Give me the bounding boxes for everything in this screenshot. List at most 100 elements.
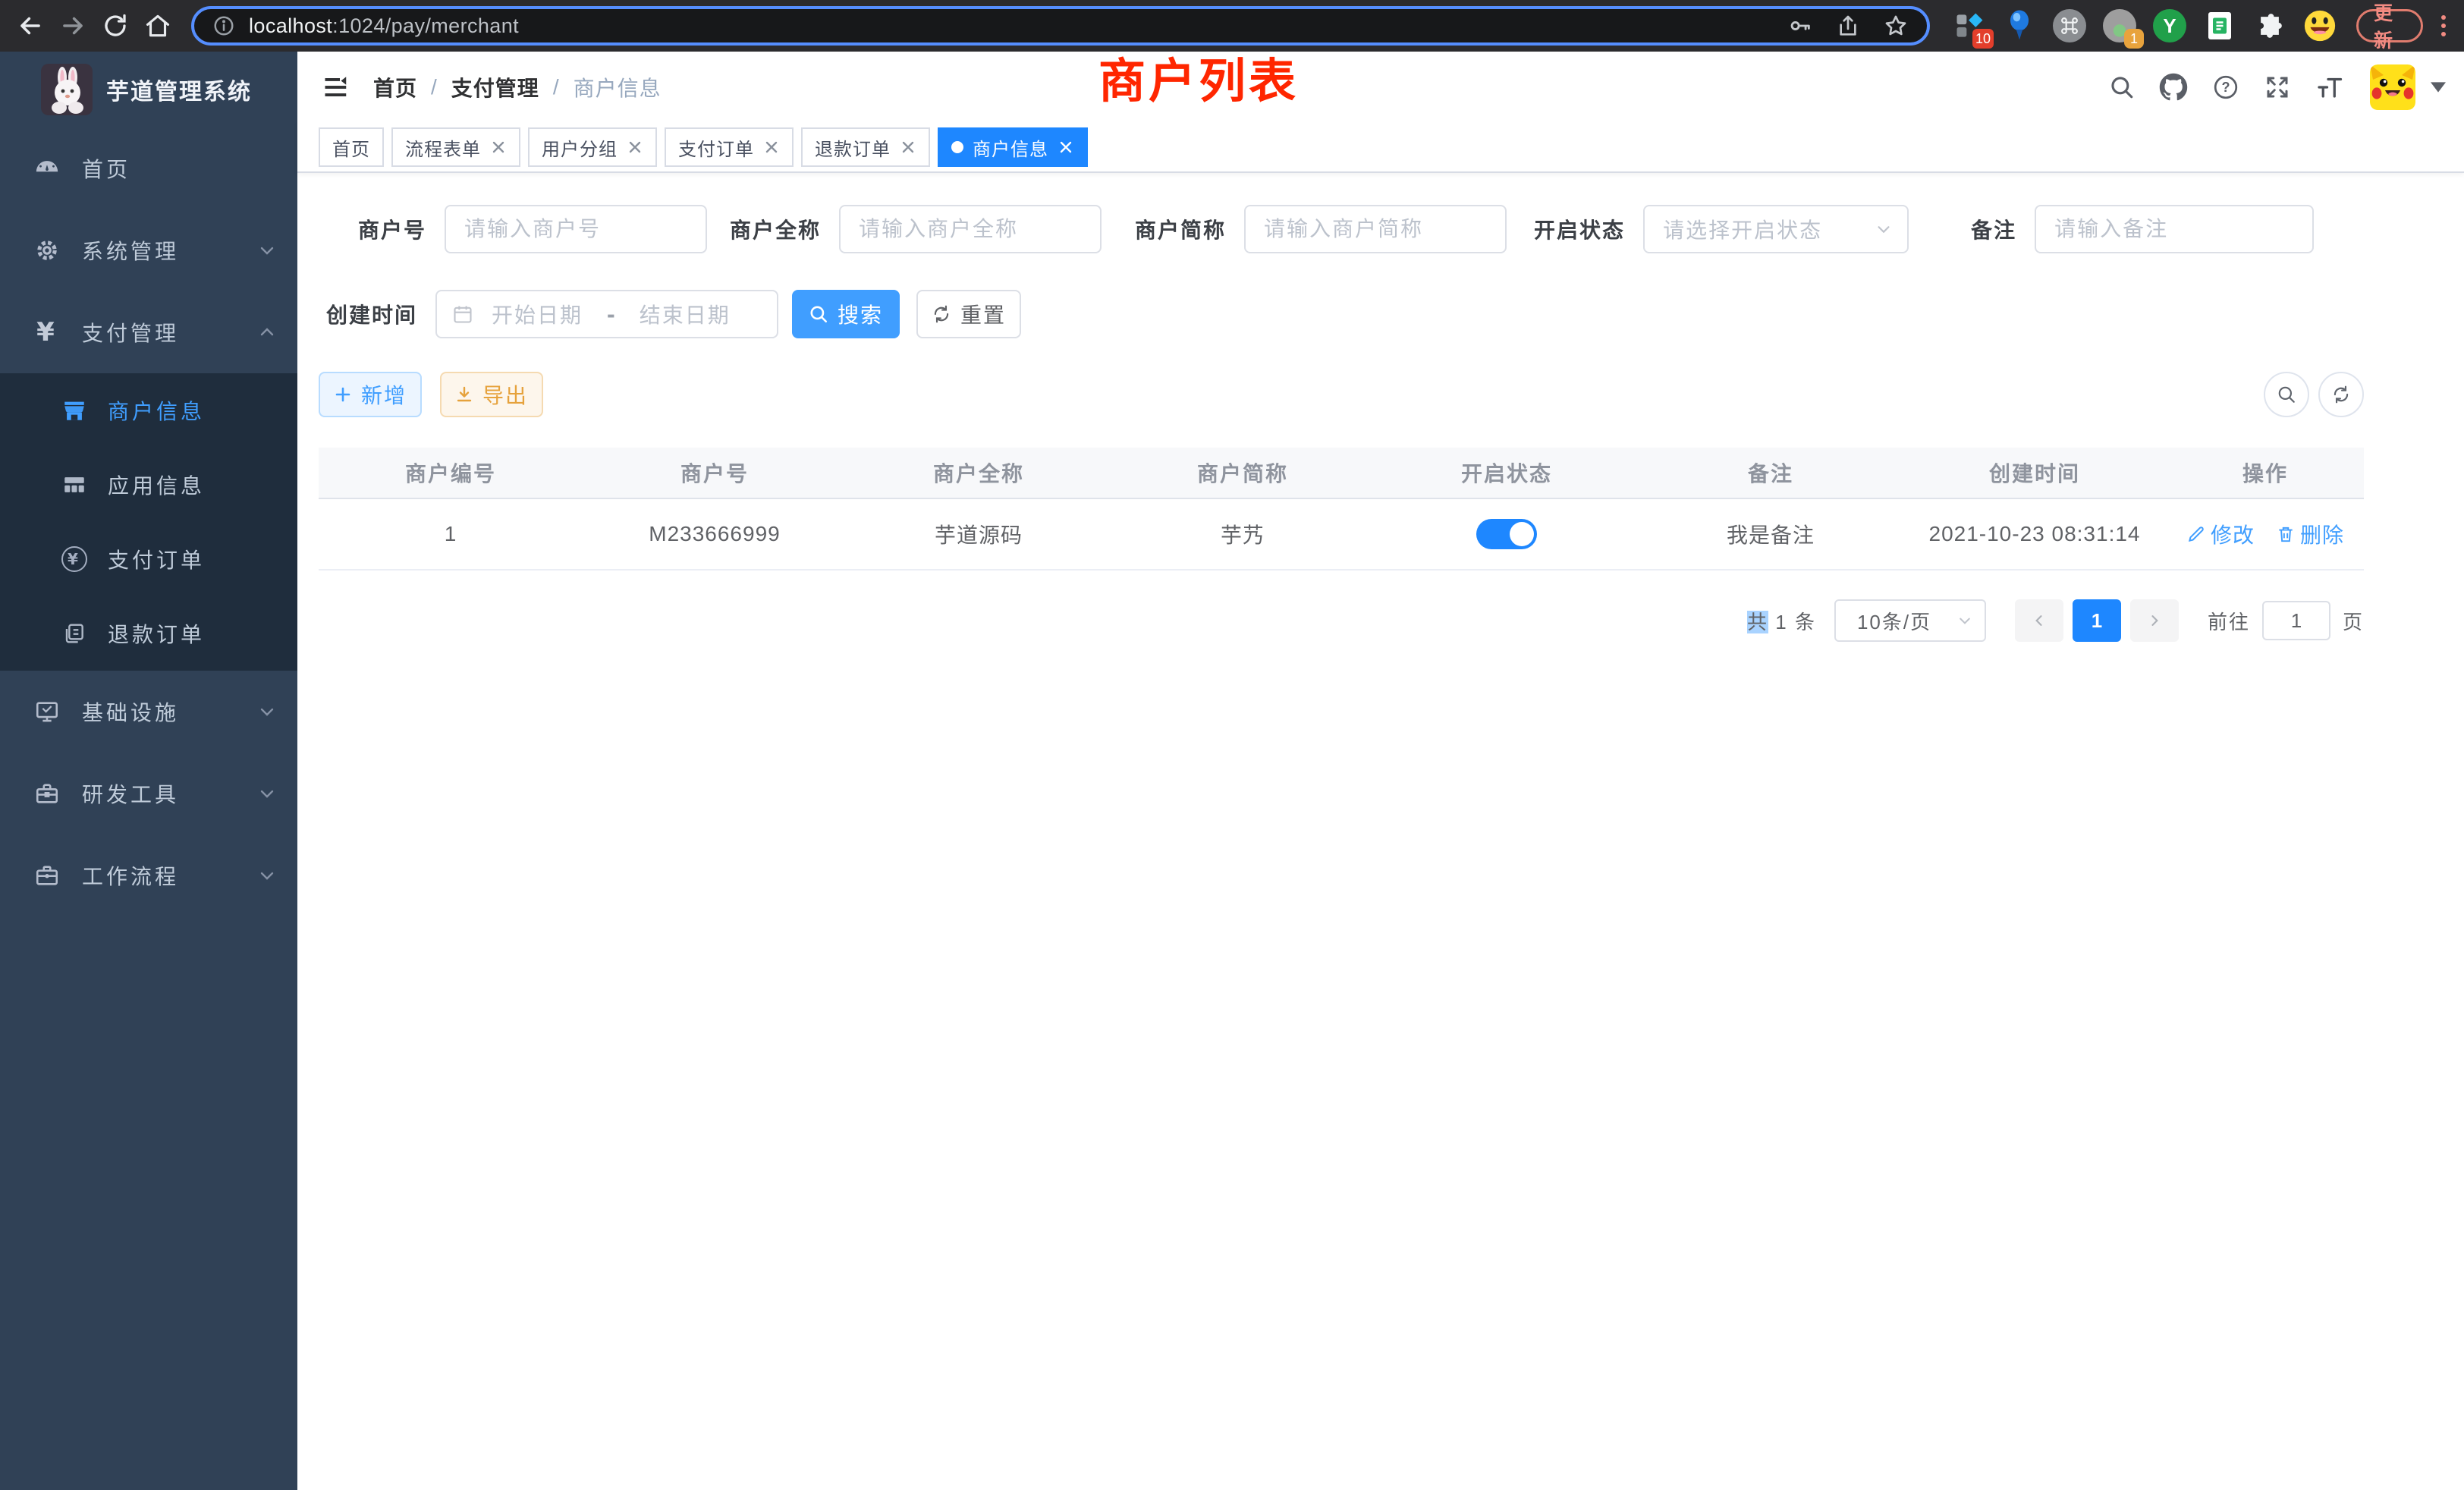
user-avatar[interactable]	[2370, 64, 2415, 110]
merchant-table: 商户编号 商户号 商户全称 商户简称 开启状态 备注 创建时间 操作 1 M23…	[319, 448, 2364, 571]
filter-row-2: 创建时间 开始日期 - 结束日期 搜索 重置	[319, 290, 2364, 338]
tab-process-form[interactable]: 流程表单	[391, 127, 520, 167]
status-placeholder: 请选择开启状态	[1663, 214, 1822, 244]
forward-button[interactable]	[52, 5, 94, 47]
home-icon	[143, 11, 172, 40]
sidebar-item-pay-order[interactable]: ¥ 支付订单	[0, 522, 297, 596]
briefcase-icon	[33, 863, 61, 888]
col-header: 商户全称	[847, 448, 1111, 498]
reload-icon	[102, 12, 129, 39]
sidebar-item-system[interactable]: 系统管理	[0, 209, 297, 291]
extension-y-icon[interactable]: Y	[2151, 8, 2188, 44]
delete-label: 删除	[2300, 519, 2344, 549]
full-name-input[interactable]	[839, 205, 1102, 253]
page-number-1[interactable]: 1	[2073, 599, 2121, 642]
date-separator: -	[607, 300, 615, 328]
refresh-table-button[interactable]	[2318, 372, 2364, 417]
browser-menu-button[interactable]	[2435, 15, 2452, 36]
tab-label: 支付订单	[678, 134, 754, 161]
search-icon[interactable]	[2109, 74, 2135, 100]
extension-command-icon[interactable]	[2051, 8, 2088, 44]
add-button[interactable]: 新增	[319, 372, 422, 417]
caret-down-icon[interactable]	[2431, 81, 2446, 93]
password-key-icon[interactable]	[1787, 13, 1813, 39]
chrome-update-button[interactable]: 更新	[2356, 9, 2423, 42]
next-page-button[interactable]	[2130, 599, 2179, 642]
url-bar[interactable]: localhost:1024/pay/merchant	[191, 6, 1930, 46]
sidebar-item-home[interactable]: 首页	[0, 127, 297, 209]
delete-link[interactable]: 删除	[2276, 519, 2344, 549]
sidebar-item-workflow[interactable]: 工作流程	[0, 835, 297, 916]
tab-refund-order[interactable]: 退款订单	[801, 127, 930, 167]
sidebar-item-dev-tools[interactable]: 研发工具	[0, 753, 297, 835]
page-content: 商户号 商户全称 商户简称 开启状态 请选择开启状态	[297, 173, 2464, 1490]
close-icon[interactable]	[490, 139, 507, 156]
tab-home[interactable]: 首页	[319, 127, 384, 167]
extension-status-icon[interactable]: 1	[2101, 8, 2138, 44]
reset-button[interactable]: 重置	[916, 290, 1021, 338]
export-button[interactable]: 导出	[440, 372, 543, 417]
tab-pay-order[interactable]: 支付订单	[665, 127, 794, 167]
fullscreen-icon[interactable]	[2264, 74, 2291, 101]
reload-button[interactable]	[94, 5, 137, 47]
cell-id: 1	[319, 522, 583, 546]
remark-input[interactable]	[2035, 205, 2314, 253]
extension-pin-icon[interactable]	[2001, 8, 2038, 44]
toggle-search-button[interactable]	[2264, 372, 2309, 417]
sidebar-item-infra[interactable]: 基础设施	[0, 671, 297, 753]
home-button[interactable]	[137, 5, 179, 47]
sidebar-item-merchant-info[interactable]: 商户信息	[0, 373, 297, 448]
help-icon[interactable]: ?	[2212, 74, 2239, 101]
bookmark-star-icon[interactable]	[1883, 13, 1909, 39]
date-start-placeholder: 开始日期	[492, 299, 583, 329]
goto-page-input[interactable]	[2262, 601, 2330, 640]
github-icon[interactable]	[2159, 73, 2188, 102]
sidebar-item-pay[interactable]: ¥ 支付管理	[0, 291, 297, 373]
goto-unit: 页	[2343, 607, 2364, 635]
breadcrumb-home[interactable]: 首页	[373, 72, 417, 102]
share-icon[interactable]	[1836, 13, 1860, 39]
tab-merchant-info[interactable]: 商户信息	[938, 127, 1088, 167]
page-size-value: 10条/页	[1857, 607, 1931, 635]
hamburger-button[interactable]	[320, 74, 350, 101]
create-time-range-picker[interactable]: 开始日期 - 结束日期	[435, 290, 778, 338]
close-icon[interactable]	[900, 139, 916, 156]
chevron-down-icon	[258, 784, 276, 803]
sidebar-logo[interactable]: 芋道管理系统	[0, 52, 297, 127]
close-icon[interactable]	[627, 139, 643, 156]
close-icon[interactable]	[763, 139, 780, 156]
sidebar-item-refund-order[interactable]: 退款订单	[0, 596, 297, 671]
font-size-icon[interactable]	[2315, 74, 2346, 101]
status-toggle-on[interactable]	[1476, 519, 1537, 549]
extension-emoji-icon[interactable]	[2302, 8, 2338, 44]
col-header: 商户编号	[319, 448, 583, 498]
merchant-no-input[interactable]	[445, 205, 707, 253]
sidebar-item-app-info[interactable]: 应用信息	[0, 448, 297, 522]
refresh-icon	[2331, 385, 2351, 404]
yen-circle-icon: ¥	[61, 546, 88, 572]
site-info-icon[interactable]	[212, 14, 235, 37]
prev-page-button[interactable]	[2015, 599, 2063, 642]
table-row: 1 M233666999 芋道源码 芋艿 我是备注 2021-10-23 08:…	[319, 499, 2364, 571]
sidebar-item-label: 首页	[82, 153, 130, 184]
reset-button-label: 重置	[960, 299, 1006, 329]
document-icon	[61, 621, 88, 646]
edit-link[interactable]: 修改	[2186, 519, 2255, 549]
extension-puzzle-icon[interactable]	[2252, 8, 2288, 44]
breadcrumb-pay[interactable]: 支付管理	[451, 72, 539, 102]
tags-view-bar: 首页 流程表单 用户分组 支付订单 退款订单 商户信息	[297, 123, 2464, 173]
back-button[interactable]	[9, 5, 52, 47]
total-count: 共 1 条	[1747, 607, 1816, 635]
url-text: localhost:1024/pay/merchant	[249, 14, 519, 38]
extension-notes-icon[interactable]	[2202, 8, 2238, 44]
chevron-right-icon	[2147, 611, 2162, 630]
col-header: 开启状态	[1375, 448, 1639, 498]
tab-user-group[interactable]: 用户分组	[528, 127, 657, 167]
extension-diamond-icon[interactable]: 10	[1951, 8, 1988, 44]
status-select[interactable]: 请选择开启状态	[1643, 205, 1909, 253]
close-icon[interactable]	[1058, 139, 1074, 156]
page-size-select[interactable]: 10条/页	[1834, 599, 1986, 642]
search-button[interactable]: 搜索	[792, 290, 900, 338]
short-name-input[interactable]	[1244, 205, 1507, 253]
cell-short-name: 芋艿	[1111, 519, 1375, 549]
